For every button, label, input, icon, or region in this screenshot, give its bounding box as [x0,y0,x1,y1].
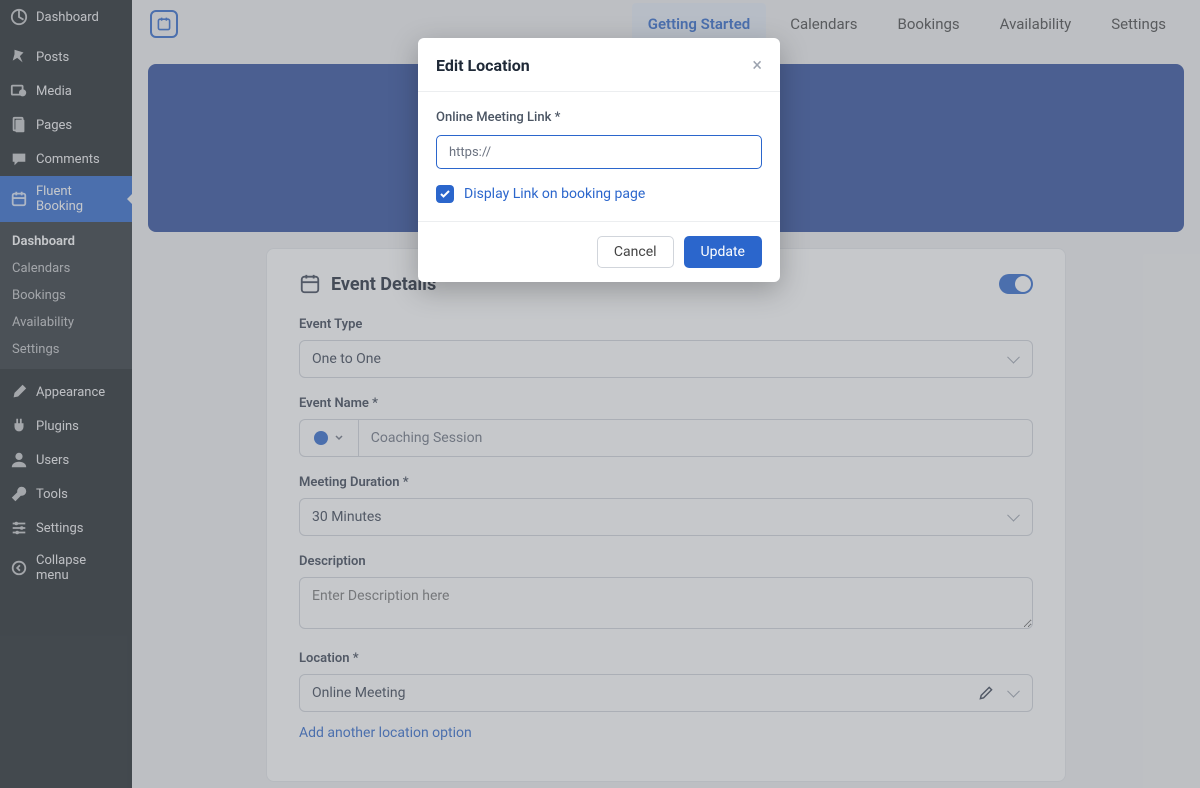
display-link-checkbox[interactable] [436,185,454,203]
display-link-label: Display Link on booking page [464,186,645,202]
meeting-link-input[interactable] [436,135,762,169]
meeting-link-label: Online Meeting Link * [436,110,762,125]
cancel-button[interactable]: Cancel [597,236,674,268]
modal-title: Edit Location [436,56,530,75]
close-icon[interactable]: × [752,57,762,75]
update-button[interactable]: Update [684,236,762,268]
edit-location-modal: Edit Location × Online Meeting Link * Di… [418,38,780,282]
